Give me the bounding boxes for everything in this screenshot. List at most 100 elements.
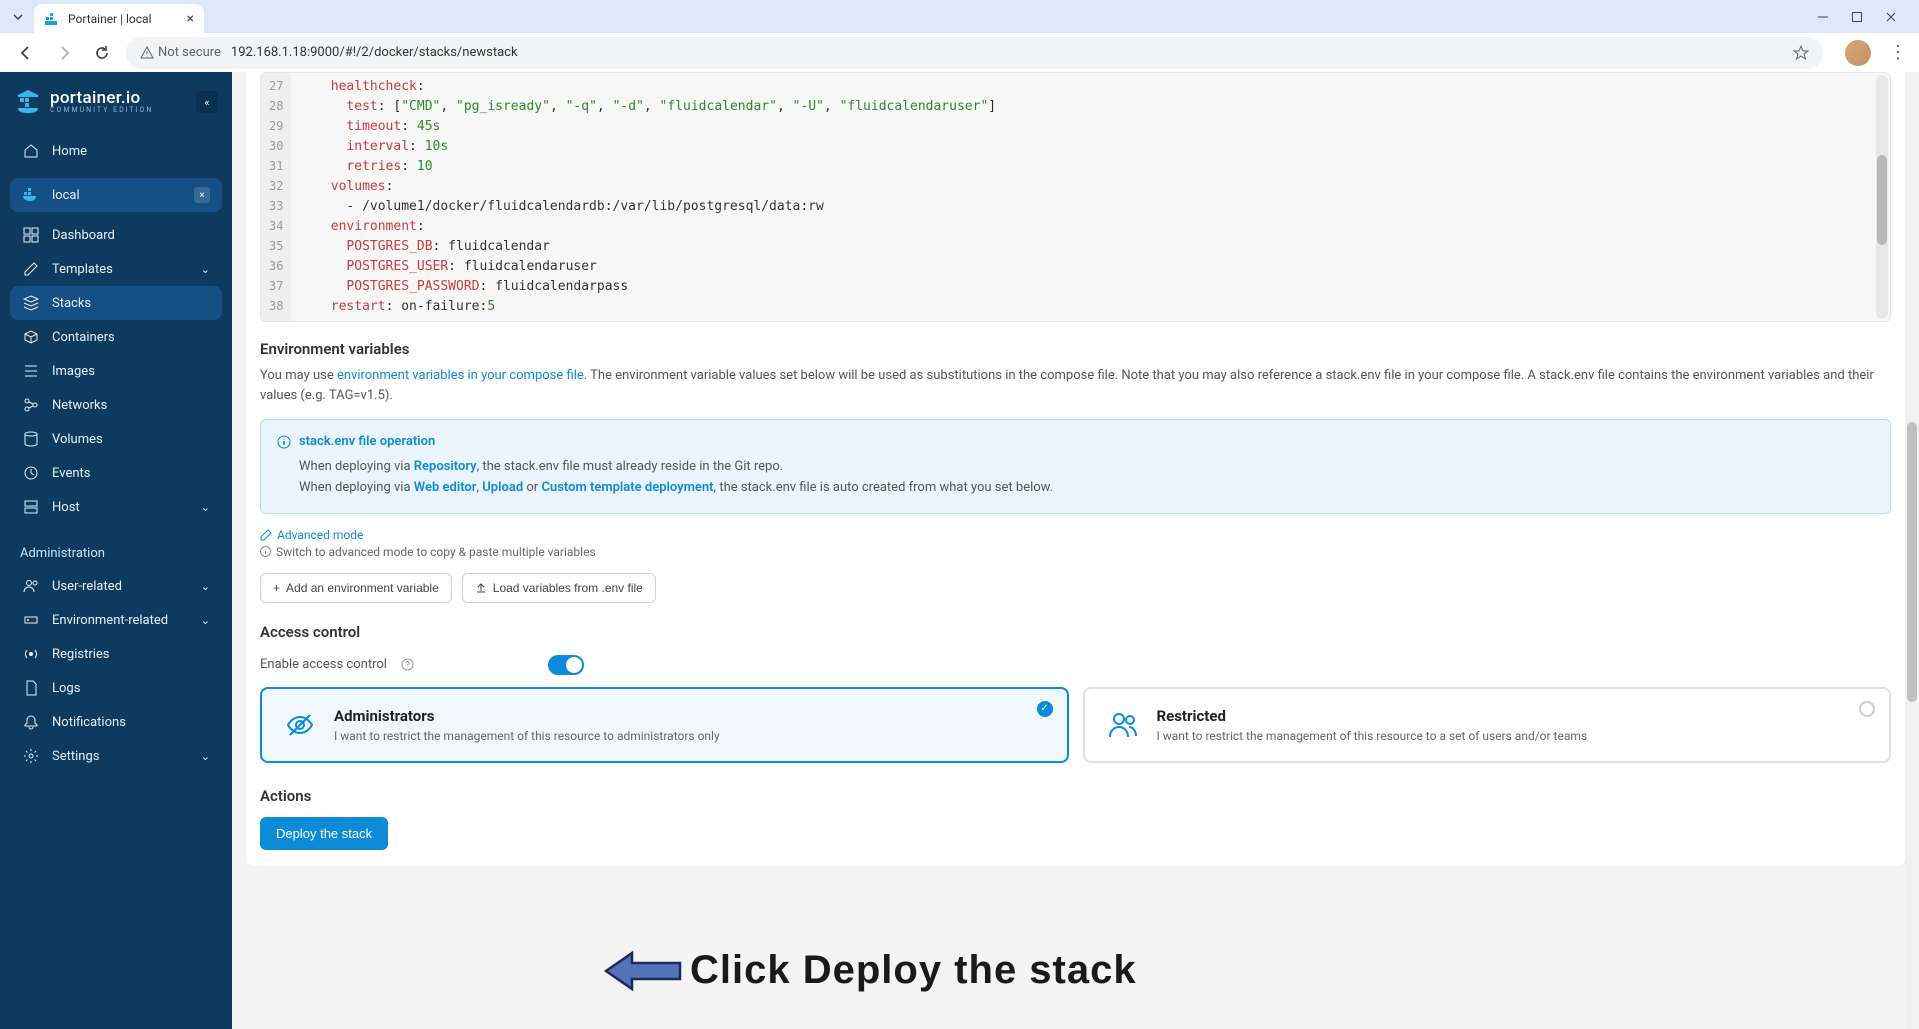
- reload-button[interactable]: [88, 39, 116, 67]
- radio-unchecked-icon: [1859, 701, 1875, 717]
- check-icon: ✓: [1037, 701, 1053, 717]
- add-env-var-button[interactable]: + Add an environment variable: [260, 573, 452, 603]
- sidebar-item-registries[interactable]: Registries: [10, 637, 222, 671]
- profile-avatar[interactable]: [1845, 40, 1871, 66]
- compose-editor[interactable]: 272829303132333435363738 healthcheck: te…: [260, 72, 1891, 322]
- docker-icon: [22, 186, 40, 204]
- arrow-left-icon: [602, 949, 682, 993]
- portainer-logo-icon: [14, 88, 42, 116]
- tab-list-button[interactable]: [8, 7, 28, 27]
- page-scrollbar[interactable]: [1905, 72, 1919, 1029]
- admin-section-label: Administration: [10, 538, 222, 569]
- sidebar-item-label: User-related: [52, 579, 122, 594]
- logo-text: portainer.io: [50, 90, 153, 107]
- close-environment-icon[interactable]: ×: [194, 187, 210, 203]
- main-content: 272829303132333435363738 healthcheck: te…: [232, 72, 1919, 1029]
- sidebar-environment-selector[interactable]: local ×: [10, 178, 222, 212]
- sidebar-item-label: Registries: [52, 647, 110, 662]
- portainer-favicon-icon: [44, 11, 60, 27]
- sidebar-item-logs[interactable]: Logs: [10, 671, 222, 705]
- help-icon[interactable]: [401, 658, 414, 671]
- eye-off-icon: [282, 707, 318, 743]
- sidebar-item-templates[interactable]: Templates ⌄: [10, 252, 222, 286]
- tutorial-annotation: Click Deploy the stack: [602, 948, 1137, 993]
- advanced-mode-link[interactable]: Advanced mode: [260, 528, 1891, 542]
- sidebar-item-dashboard[interactable]: Dashboard: [10, 218, 222, 252]
- sidebar: portainer.io COMMUNITY EDITION « Home lo…: [0, 72, 232, 1029]
- scrollbar-thumb[interactable]: [1907, 422, 1917, 702]
- url-text: 192.168.1.18:9000/#!/2/docker/stacks/new…: [231, 45, 518, 60]
- sidebar-item-label: Networks: [52, 398, 107, 413]
- sidebar-item-label: Templates: [52, 262, 113, 277]
- tab-title: Portainer | local: [68, 12, 179, 26]
- sidebar-item-volumes[interactable]: Volumes: [10, 422, 222, 456]
- sidebar-item-images[interactable]: Images: [10, 354, 222, 388]
- access-option-administrators[interactable]: Administrators I want to restrict the ma…: [260, 687, 1069, 763]
- security-label: Not secure: [158, 45, 221, 60]
- sidebar-item-user-related[interactable]: User-related ⌄: [10, 569, 222, 603]
- server-icon: [22, 498, 40, 516]
- database-icon: [22, 430, 40, 448]
- load-env-file-button[interactable]: Load variables from .env file: [462, 573, 656, 603]
- sidebar-item-label: Volumes: [52, 432, 103, 447]
- address-bar[interactable]: Not secure 192.168.1.18:9000/#!/2/docker…: [126, 37, 1823, 69]
- users-icon: [1105, 707, 1141, 743]
- hard-drive-icon: [22, 611, 40, 629]
- sidebar-item-notifications[interactable]: Notifications: [10, 705, 222, 739]
- env-vars-description: You may use environment variables in you…: [260, 366, 1891, 405]
- maximize-icon[interactable]: [1851, 11, 1863, 23]
- code-content[interactable]: healthcheck: test: ["CMD", "pg_isready",…: [291, 73, 1890, 321]
- forward-button[interactable]: [50, 39, 78, 67]
- sidebar-item-label: Environment-related: [52, 613, 168, 628]
- info-icon: [260, 546, 271, 557]
- edit-icon: [260, 529, 272, 541]
- environment-name: local: [52, 188, 80, 203]
- stack-env-info-box: stack.env file operation When deploying …: [260, 419, 1891, 514]
- editor-scrollbar[interactable]: [1876, 75, 1888, 319]
- access-control-toggle[interactable]: [548, 655, 584, 675]
- logo[interactable]: portainer.io COMMUNITY EDITION «: [10, 88, 222, 116]
- deploy-stack-button[interactable]: Deploy the stack: [260, 817, 388, 850]
- info-box-title: stack.env file operation: [299, 434, 435, 449]
- close-window-icon[interactable]: [1885, 11, 1897, 23]
- edit-icon: [22, 260, 40, 278]
- sidebar-item-label: Settings: [52, 749, 99, 764]
- sidebar-item-networks[interactable]: Networks: [10, 388, 222, 422]
- chevron-down-icon: ⌄: [201, 614, 210, 627]
- bell-icon: [22, 713, 40, 731]
- bookmark-icon[interactable]: [1793, 45, 1809, 61]
- annotation-text: Click Deploy the stack: [690, 948, 1137, 993]
- chevron-down-icon: ⌄: [201, 263, 210, 276]
- sidebar-item-label: Images: [52, 364, 95, 379]
- collapse-sidebar-button[interactable]: «: [196, 91, 218, 113]
- scrollbar-thumb[interactable]: [1877, 155, 1887, 245]
- browser-menu-icon[interactable]: ⋮: [1889, 42, 1907, 63]
- sidebar-item-stacks[interactable]: Stacks: [10, 286, 222, 320]
- sidebar-item-settings[interactable]: Settings ⌄: [10, 739, 222, 773]
- browser-tab[interactable]: Portainer | local ×: [34, 4, 204, 34]
- sidebar-item-containers[interactable]: Containers: [10, 320, 222, 354]
- security-indicator[interactable]: Not secure: [140, 45, 221, 60]
- sidebar-item-events[interactable]: Events: [10, 456, 222, 490]
- chevron-down-icon: ⌄: [201, 580, 210, 593]
- enable-access-label: Enable access control: [260, 657, 387, 672]
- warning-icon: [140, 46, 154, 60]
- sidebar-item-label: Home: [52, 144, 87, 159]
- chevron-down-icon: ⌄: [201, 750, 210, 763]
- close-tab-icon[interactable]: ×: [187, 11, 194, 27]
- back-button[interactable]: [12, 39, 40, 67]
- advanced-mode-tip: Switch to advanced mode to copy & paste …: [260, 545, 1891, 559]
- env-vars-doc-link[interactable]: environment variables in your compose fi…: [337, 368, 584, 383]
- browser-toolbar: Not secure 192.168.1.18:9000/#!/2/docker…: [0, 33, 1919, 72]
- env-vars-heading: Environment variables: [260, 340, 1891, 358]
- sidebar-item-label: Dashboard: [52, 228, 115, 243]
- sidebar-item-label: Containers: [52, 330, 115, 345]
- plus-icon: +: [273, 581, 280, 595]
- minimize-icon[interactable]: [1817, 11, 1829, 23]
- access-option-description: I want to restrict the management of thi…: [1157, 729, 1588, 743]
- access-option-restricted[interactable]: Restricted I want to restrict the manage…: [1083, 687, 1892, 763]
- sidebar-item-environment-related[interactable]: Environment-related ⌄: [10, 603, 222, 637]
- sidebar-item-label: Logs: [52, 681, 80, 696]
- sidebar-item-home[interactable]: Home: [10, 134, 222, 168]
- sidebar-item-host[interactable]: Host ⌄: [10, 490, 222, 524]
